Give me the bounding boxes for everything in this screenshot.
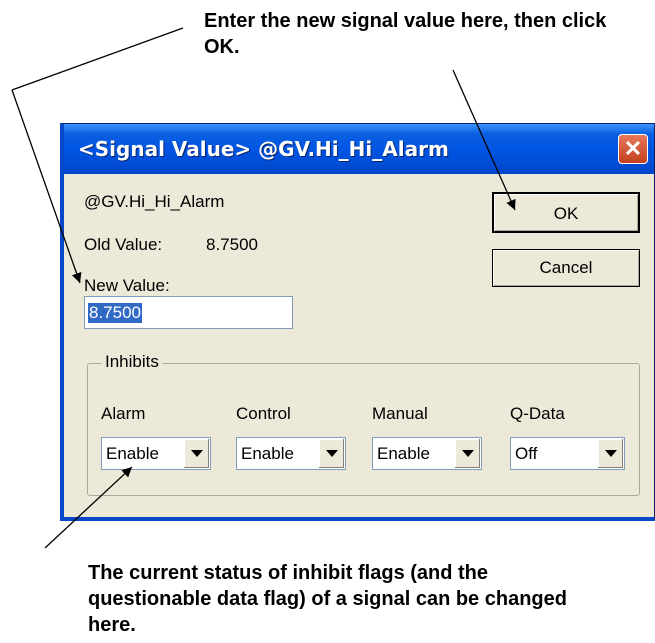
- arrow-to-alarm-select: [44, 466, 133, 549]
- arrow-to-ok-button: [452, 69, 516, 211]
- callout-arrows: [11, 27, 516, 549]
- arrow-to-new-value: [11, 89, 82, 284]
- callout-line-top: [11, 27, 184, 91]
